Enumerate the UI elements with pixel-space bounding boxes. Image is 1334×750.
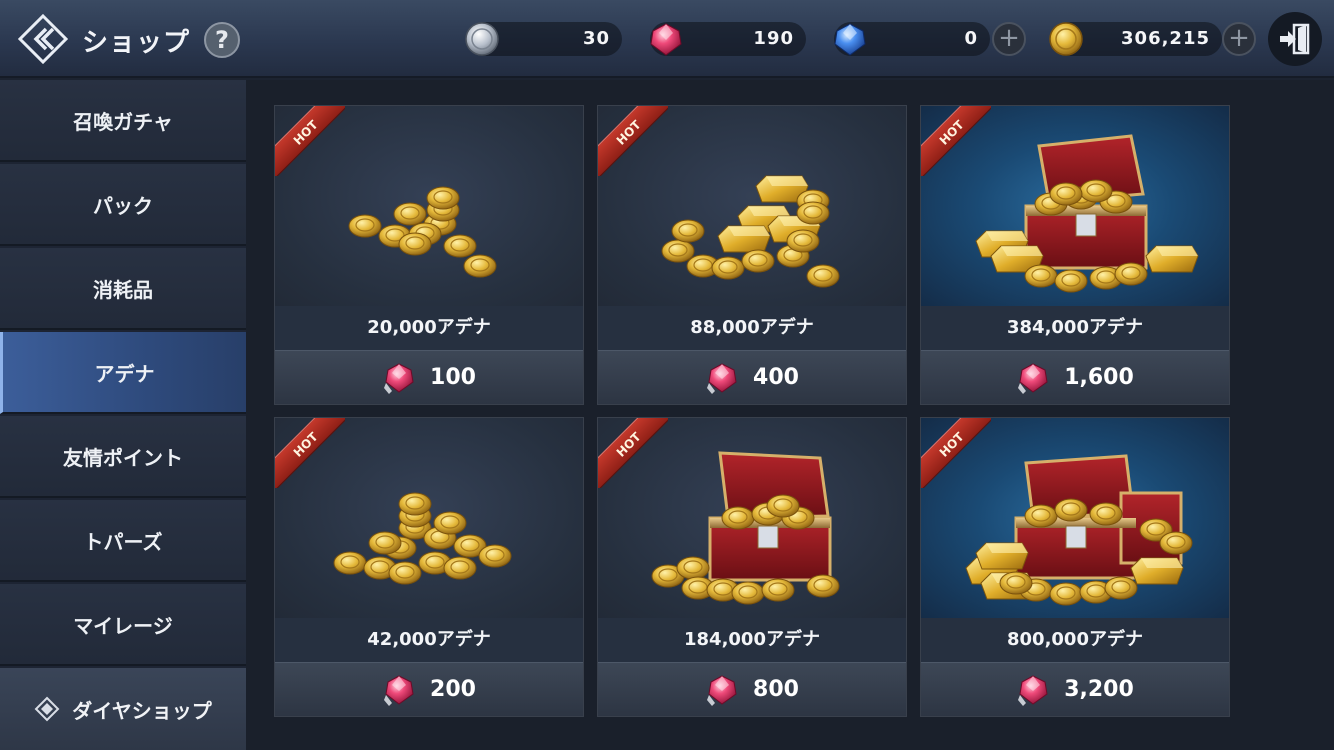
buy-button[interactable]: 1,600 [921,350,1229,404]
diamond-outline-icon [34,696,60,722]
product-card-3[interactable]: HOT 384,000アデナ 1,600 [920,105,1230,405]
back-button[interactable] [17,13,69,65]
red-diamond-icon [706,675,737,706]
sidebar-item-consumables[interactable]: 消耗品 [0,248,246,330]
adena-count: 306,215 [1121,28,1210,49]
hot-badge: HOT [598,418,668,488]
red-diamond-icon [650,23,682,56]
price-value: 400 [753,365,799,390]
red-diamond-icon [383,675,414,706]
add-blue-diamond-button[interactable]: + [992,22,1026,56]
sidebar-item-pack[interactable]: パック [0,164,246,246]
red-diamond-icon [1017,363,1048,394]
silver-coin-icon [465,22,499,56]
sidebar-item-friendship-points[interactable]: 友情ポイント [0,416,246,498]
product-grid: HOT 20,000アデナ 100 HOT 88,000アデナ 400 HOT … [246,80,1334,750]
gold-coin-icon [1049,22,1083,56]
page-title: ショップ [82,28,191,58]
back-chevron-icon [17,13,69,65]
sidebar-item-label: トパーズ [83,529,163,554]
product-amount: 42,000アデナ [275,618,583,662]
currency-adena: 306,215 [1049,22,1222,56]
hot-badge: HOT [275,418,345,488]
exit-button[interactable] [1268,12,1322,66]
red-diamond-icon [383,363,414,394]
product-card-1[interactable]: HOT 20,000アデナ 100 [274,105,584,405]
category-sidebar: 召喚ガチャ パック 消耗品 アデナ 友情ポイント トパーズ マイレージ ダイヤシ… [0,80,246,750]
top-bar: ショップ ? 30 190 0 + 306,215 + [0,0,1334,78]
buy-button[interactable]: 200 [275,662,583,716]
product-amount: 20,000アデナ [275,306,583,350]
sidebar-item-adena[interactable]: アデナ [0,332,246,414]
price-value: 200 [430,677,476,702]
red-diamond-count: 190 [753,28,794,49]
red-diamond-icon [1017,675,1048,706]
sidebar-item-label: パック [93,193,153,218]
hot-badge: HOT [598,106,668,176]
add-adena-button[interactable]: + [1222,22,1256,56]
sidebar-item-label: 召喚ガチャ [73,109,173,134]
product-card-5[interactable]: HOT 184,000アデナ 800 [597,417,907,717]
price-value: 100 [430,365,476,390]
product-amount: 800,000アデナ [921,618,1229,662]
product-card-6[interactable]: HOT 800,000アデナ 3,200 [920,417,1230,717]
currency-red-diamond: 190 [650,22,806,56]
exit-door-icon [1280,23,1310,55]
currency-blue-diamond: 0 [834,22,990,56]
sidebar-item-label: 消耗品 [93,277,153,302]
product-amount: 384,000アデナ [921,306,1229,350]
price-value: 1,600 [1064,365,1134,390]
sidebar-item-label: 友情ポイント [63,445,183,470]
buy-button[interactable]: 400 [598,350,906,404]
sidebar-item-gacha[interactable]: 召喚ガチャ [0,80,246,162]
price-value: 3,200 [1064,677,1134,702]
help-button[interactable]: ? [204,22,240,58]
blue-diamond-count: 0 [964,28,978,49]
blue-diamond-icon [834,23,866,56]
sidebar-item-topaz[interactable]: トパーズ [0,500,246,582]
hot-badge: HOT [275,106,345,176]
product-amount: 184,000アデナ [598,618,906,662]
buy-button[interactable]: 3,200 [921,662,1229,716]
product-card-4[interactable]: HOT 42,000アデナ 200 [274,417,584,717]
buy-button[interactable]: 100 [275,350,583,404]
silver-count: 30 [582,28,610,49]
product-card-2[interactable]: HOT 88,000アデナ 400 [597,105,907,405]
buy-button[interactable]: 800 [598,662,906,716]
diamond-shop-button[interactable]: ダイヤショップ [0,668,246,750]
sidebar-item-label: マイレージ [73,613,173,638]
hot-badge: HOT [921,418,991,488]
diamond-shop-label: ダイヤショップ [72,698,212,723]
product-amount: 88,000アデナ [598,306,906,350]
sidebar-item-label: アデナ [94,361,155,386]
price-value: 800 [753,677,799,702]
red-diamond-icon [706,363,737,394]
sidebar-item-mileage[interactable]: マイレージ [0,584,246,666]
hot-badge: HOT [921,106,991,176]
currency-silver: 30 [465,22,622,56]
